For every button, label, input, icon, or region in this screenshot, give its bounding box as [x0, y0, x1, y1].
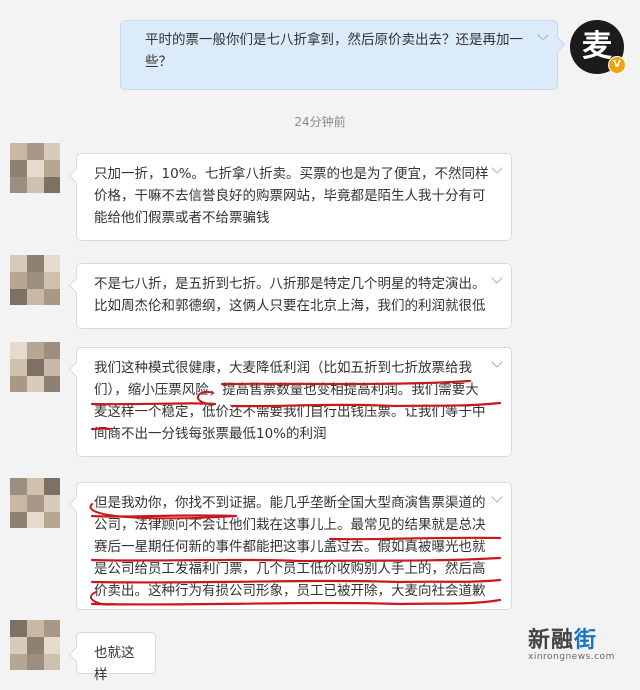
- watermark-name-suffix: 街: [574, 628, 598, 653]
- avatar-pixel: [27, 342, 44, 359]
- avatar-pixel: [10, 512, 27, 528]
- incoming-message-bubble[interactable]: 只加一折，10%。七折拿八折卖。买票的也是为了便宜，不然同样 价格，干嘛不去信誉…: [68, 153, 512, 241]
- message-text-line: 些？: [145, 54, 172, 70]
- incoming-message-bubble[interactable]: 我们这种模式很健康，大麦降低利润（比如五折到七折放票给我 们），缩小压票风险，提…: [68, 347, 512, 457]
- avatar-pixel: [10, 620, 27, 637]
- message-text-line: 间商不出一分钱每张票最低10%的利润: [94, 426, 327, 442]
- avatar[interactable]: [10, 620, 60, 670]
- message-text-line: 是公司给员工发福利门票，几个员工低价收购别人手上的，然后高: [94, 561, 486, 577]
- avatar-pixel: [44, 512, 60, 528]
- avatar-pixel: [27, 255, 44, 272]
- incoming-message-bubble[interactable]: 但是我劝你，你找不到证据。能几乎垄断全国大型商演售票渠道的 公司，法律顾问不会让…: [68, 482, 512, 610]
- avatar-pixel: [44, 255, 60, 272]
- message-text-line: 们），缩小压票风险，提高售票数量也变相提高利润。我们需要大: [94, 382, 479, 398]
- avatar-pixel: [44, 177, 60, 193]
- message-text-line: 比如周杰伦和郭德纲，这俩人只要在北京上海，我们的利润就很低: [94, 298, 486, 314]
- watermark-logo: 新融街 xinrongnews.com: [528, 622, 632, 662]
- avatar-pixel: [44, 289, 60, 305]
- avatar-pixel: [44, 478, 60, 495]
- avatar-pixel: [44, 359, 60, 376]
- message-text-line: 不是七八折，是五折到七折。八折那是特定几个明星的特定演出。: [94, 276, 486, 292]
- avatar-pixel: [44, 342, 60, 359]
- message-text-line: 只加一折，10%。七折拿八折卖。买票的也是为了便宜，不然同样: [94, 166, 489, 182]
- avatar-pixel: [27, 478, 44, 495]
- avatar-pixel: [10, 637, 27, 654]
- bubble-tail: [68, 277, 85, 294]
- bubble-tail: [68, 496, 85, 513]
- message-text-line: 能给他们假票或者不给票骗钱: [94, 210, 270, 226]
- message-text-line: 也就这样: [94, 645, 135, 683]
- avatar-pixel: [27, 143, 44, 160]
- avatar[interactable]: [10, 342, 60, 392]
- avatar-pixel: [44, 143, 60, 160]
- avatar-pixel: [27, 512, 44, 528]
- avatar-pixel: [27, 376, 44, 392]
- watermark-name-prefix: 新融: [528, 628, 575, 653]
- avatar-pixel: [27, 160, 44, 177]
- avatar[interactable]: [10, 255, 60, 305]
- message-text-line: 麦这样一个稳定，低价还不需要我们自行出钱压票。让我们等于中: [94, 404, 486, 420]
- avatar-pixel: [44, 654, 60, 670]
- avatar-pixel: [10, 160, 27, 177]
- avatar-logo-char: 麦: [582, 29, 612, 64]
- avatar-pixel: [27, 637, 44, 654]
- badge-char: V: [613, 59, 621, 70]
- avatar-pixel: [10, 289, 27, 305]
- avatar-pixel: [10, 255, 27, 272]
- avatar-pixel: [27, 177, 44, 193]
- avatar-pixel: [44, 272, 60, 289]
- bubble-tail: [68, 646, 85, 663]
- avatar-pixel: [27, 289, 44, 305]
- bubble-tail: [68, 361, 85, 378]
- bubble-tail: [549, 36, 566, 53]
- avatar-pixel: [44, 376, 60, 392]
- verified-badge-icon: V: [608, 56, 626, 74]
- avatar-pixel: [27, 654, 44, 670]
- avatar[interactable]: [10, 143, 60, 193]
- message-text-line: 价格，干嘛不去信誉良好的购票网站，毕竟都是陌生人我十分有可: [94, 188, 486, 204]
- avatar[interactable]: [10, 478, 60, 528]
- bubble-tail: [68, 167, 85, 184]
- incoming-message-bubble[interactable]: 不是七八折，是五折到七折。八折那是特定几个明星的特定演出。 比如周杰伦和郭德纲，…: [68, 263, 512, 329]
- avatar-pixel: [44, 637, 60, 654]
- avatar-pixel: [27, 495, 44, 512]
- message-text-line: 赛后一星期任何新的事件都能把这事儿盖过去。假如真被曝光也就: [94, 539, 486, 555]
- incoming-message-bubble[interactable]: 也就这样: [68, 632, 156, 683]
- avatar-pixel: [10, 272, 27, 289]
- chevron-down-icon[interactable]: [537, 29, 549, 41]
- outgoing-message-bubble[interactable]: 平时的票一般你们是七八折拿到，然后原价卖出去？还是再加一 些？: [120, 20, 566, 90]
- avatar-pixel: [44, 620, 60, 637]
- avatar-pixel: [10, 376, 27, 392]
- message-text-line: 价卖出。这种行为有损公司形象，员工已被开除，大麦向社会道歉: [94, 583, 486, 599]
- message-text-line: 平时的票一般你们是七八折拿到，然后原价卖出去？还是再加一: [145, 32, 523, 48]
- message-text-line: 我们这种模式很健康，大麦降低利润（比如五折到七折放票给我: [94, 360, 472, 376]
- timestamp: 24分钟前: [294, 115, 346, 129]
- avatar-pixel: [27, 359, 44, 376]
- avatar-pixel: [10, 359, 27, 376]
- message-text-line: 但是我劝你，你找不到证据。能几乎垄断全国大型商演售票渠道的: [94, 495, 486, 511]
- watermark-name: 新融街: [528, 622, 632, 654]
- avatar-pixel: [10, 177, 27, 193]
- avatar-pixel: [27, 620, 44, 637]
- avatar-pixel: [10, 342, 27, 359]
- message-text-line: 公司，法律顾问不会让他们栽在这事儿上。最常见的结果就是总决: [94, 517, 486, 533]
- avatar-pixel: [27, 272, 44, 289]
- avatar-pixel: [10, 654, 27, 670]
- avatar-pixel: [10, 478, 27, 495]
- avatar-pixel: [44, 160, 60, 177]
- avatar-pixel: [44, 495, 60, 512]
- watermark-url: xinrongnews.com: [528, 652, 615, 662]
- avatar-pixel: [10, 495, 27, 512]
- avatar-pixel: [10, 143, 27, 160]
